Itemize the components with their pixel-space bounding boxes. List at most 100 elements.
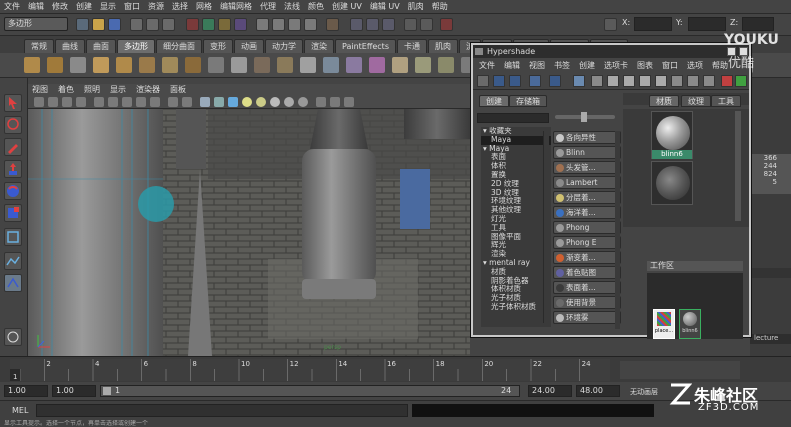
- hypershade-menu-item[interactable]: 窗口: [662, 60, 678, 71]
- grid-icon[interactable]: [94, 97, 104, 107]
- perspective-viewport[interactable]: persp: [28, 109, 470, 356]
- average-icon[interactable]: [415, 57, 431, 73]
- viewport-menu-item[interactable]: 照明: [84, 84, 100, 95]
- blinn6-node[interactable]: blinn6: [679, 309, 701, 339]
- texture-icon[interactable]: [228, 97, 238, 107]
- cube-icon[interactable]: [47, 57, 63, 73]
- node-filter-input[interactable]: [477, 113, 549, 123]
- range-handle-start[interactable]: [103, 387, 111, 395]
- manipulator-icon[interactable]: [4, 228, 22, 246]
- antialias-icon[interactable]: [298, 97, 308, 107]
- menu-item[interactable]: 代理: [260, 1, 276, 12]
- smooth-icon[interactable]: [392, 57, 408, 73]
- helix-icon[interactable]: [231, 57, 247, 73]
- mask-icon[interactable]: [186, 18, 199, 31]
- start-time-field[interactable]: 1.00: [4, 385, 48, 397]
- place-node[interactable]: place...: [653, 309, 675, 339]
- graph-icon[interactable]: [573, 75, 585, 87]
- menu-item[interactable]: 创建 UV: [332, 1, 362, 12]
- shadows-icon[interactable]: [256, 97, 266, 107]
- shelf-tab[interactable]: 变形: [203, 39, 233, 53]
- node-list-scrollbar[interactable]: [615, 131, 620, 329]
- hypershade-menu-item[interactable]: 帮助: [712, 60, 728, 71]
- node-button[interactable]: 渐变着...: [553, 251, 621, 264]
- mel-input[interactable]: [36, 404, 408, 417]
- hypershade-menu-item[interactable]: 书签: [554, 60, 570, 71]
- hypershade-menu-item[interactable]: 选项卡: [604, 60, 628, 71]
- cylinder-icon[interactable]: [70, 57, 86, 73]
- menu-item[interactable]: 肌肉: [408, 1, 424, 12]
- shelf-tab[interactable]: 多边形: [117, 39, 155, 53]
- cone-icon[interactable]: [93, 57, 109, 73]
- end-time-field[interactable]: 48.00: [576, 385, 620, 397]
- hypershade-menu-item[interactable]: 选项: [687, 60, 703, 71]
- hypershade-menu-item[interactable]: 文件: [479, 60, 495, 71]
- menu-item[interactable]: 窗口: [124, 1, 140, 12]
- clear-graph-icon[interactable]: [591, 75, 603, 87]
- select-hierarchy-icon[interactable]: [130, 18, 143, 31]
- z-field[interactable]: [742, 17, 774, 31]
- viewport-menu-item[interactable]: 着色: [58, 84, 74, 95]
- y-field[interactable]: [688, 17, 726, 31]
- node-button[interactable]: Blinn: [553, 146, 621, 159]
- mask-icon-3[interactable]: [218, 18, 231, 31]
- node-category-tree[interactable]: ▾ 收藏夹 Maya ▾ Maya 表面 体积 置换 2D 纹理 3D 纹理 环境纹理 其他纹理灯…: [481, 127, 551, 327]
- layout-split-icon[interactable]: [549, 75, 561, 87]
- work-area[interactable]: place... blinn6: [647, 273, 743, 339]
- refresh-icon[interactable]: [735, 75, 747, 87]
- node-button[interactable]: 头发管...: [553, 161, 621, 174]
- mask-icon-2[interactable]: [202, 18, 215, 31]
- torus-icon[interactable]: [139, 57, 155, 73]
- move-tool-icon[interactable]: [4, 160, 22, 178]
- boolean-icon[interactable]: [369, 57, 385, 73]
- snap-grid-icon[interactable]: [256, 18, 269, 31]
- tab-create[interactable]: 创建: [479, 95, 509, 107]
- shelf-tab[interactable]: 细分曲面: [156, 39, 202, 53]
- hypershade-window[interactable]: Hypershade 文件 编辑 视图 书签 创建 选项卡 图表 窗口 选项 帮助 创建 存储箱 …: [471, 43, 751, 339]
- hypershade-menu-item[interactable]: 视图: [529, 60, 545, 71]
- mask-icon-4[interactable]: [234, 18, 247, 31]
- shelf-tab[interactable]: 曲面: [86, 39, 116, 53]
- menu-item[interactable]: 颜色: [308, 1, 324, 12]
- wireframe-icon[interactable]: [200, 97, 210, 107]
- new-scene-icon[interactable]: [76, 18, 89, 31]
- tool-icon[interactable]: [420, 18, 433, 31]
- soccer-ball-icon[interactable]: [254, 57, 270, 73]
- scale-tool-icon[interactable]: [4, 204, 22, 222]
- node-button[interactable]: 海洋着...: [553, 206, 621, 219]
- range-slider[interactable]: 1 24: [100, 385, 520, 397]
- menu-item[interactable]: 编辑 UV: [370, 1, 400, 12]
- transform-icon[interactable]: [440, 18, 453, 31]
- select-component-icon[interactable]: [162, 18, 175, 31]
- menu-item[interactable]: 编辑网格: [220, 1, 252, 12]
- scene-icon[interactable]: [671, 75, 683, 87]
- extract-icon[interactable]: [346, 57, 362, 73]
- snap-point-icon[interactable]: [288, 18, 301, 31]
- node-button[interactable]: Lambert: [553, 176, 621, 189]
- lasso-tool-icon[interactable]: [4, 116, 22, 134]
- history-icon[interactable]: [326, 18, 339, 31]
- film-gate-icon[interactable]: [108, 97, 118, 107]
- shelf-tab[interactable]: PaintEffects: [335, 39, 396, 53]
- node-button[interactable]: 使用背景: [553, 296, 621, 309]
- layout-top-icon[interactable]: [493, 75, 505, 87]
- tab-textures[interactable]: 纹理: [681, 95, 711, 107]
- mode-select[interactable]: 多边形: [4, 17, 68, 31]
- xray-joints-icon[interactable]: [344, 97, 354, 107]
- output-connections-icon[interactable]: [639, 75, 651, 87]
- bin-icon[interactable]: [687, 75, 699, 87]
- combine-icon[interactable]: [300, 57, 316, 73]
- viewport-menu-item[interactable]: 视图: [32, 84, 48, 95]
- pyramid-icon[interactable]: [185, 57, 201, 73]
- menu-item[interactable]: 编辑: [28, 1, 44, 12]
- image-plane-icon[interactable]: [76, 97, 86, 107]
- x-field[interactable]: [634, 17, 672, 31]
- safe-title-icon[interactable]: [182, 97, 192, 107]
- material-swatch-2[interactable]: [651, 161, 693, 205]
- snap-plane-icon[interactable]: [304, 18, 317, 31]
- camera-attr-icon[interactable]: [48, 97, 58, 107]
- lights-icon[interactable]: [242, 97, 252, 107]
- mirror-icon[interactable]: [438, 57, 454, 73]
- prism-icon[interactable]: [162, 57, 178, 73]
- menu-item[interactable]: 帮助: [432, 1, 448, 12]
